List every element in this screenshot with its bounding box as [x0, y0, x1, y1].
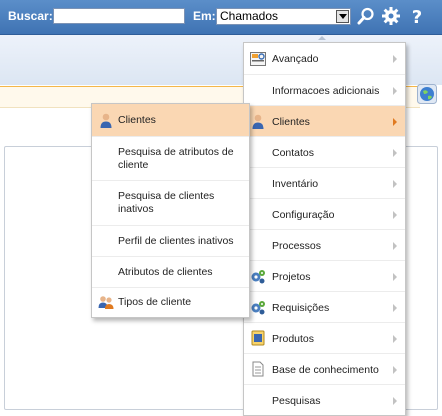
menu-item-contatos[interactable]: Contatos: [244, 136, 405, 167]
submenu-item-atributos-de-clientes[interactable]: Atributos de clientes: [92, 256, 249, 287]
chevron-right-icon: [393, 335, 397, 343]
gear-icon[interactable]: [381, 6, 401, 26]
menu-item-label: Produtos: [272, 333, 315, 345]
main-menu: Avançado Informacoes adicionais Clientes…: [243, 42, 406, 416]
menu-item-label: Base de conhecimento: [272, 364, 379, 376]
chevron-right-icon: [393, 180, 397, 188]
question-mark-icon[interactable]: ?: [407, 6, 427, 26]
menu-item-label: Avançado: [272, 53, 319, 65]
menu-item-label: Requisições: [272, 302, 330, 314]
menu-item-produtos[interactable]: Produtos: [244, 322, 405, 353]
submenu-item-tipos-de-cliente[interactable]: Tipos de cliente: [92, 287, 249, 317]
top-toolbar: Buscar: Em: Chamados ?: [0, 0, 442, 35]
menu-item-label: Inventário: [272, 178, 319, 190]
menu-item-label: Projetos: [272, 271, 311, 283]
menu-item-inventario[interactable]: Inventário: [244, 167, 405, 198]
menu-item-pesquisas[interactable]: Pesquisas: [244, 384, 405, 415]
user-icon: [252, 114, 264, 129]
submenu-item-perfil-de-clientes-inativos[interactable]: Perfil de clientes inativos: [92, 225, 249, 256]
clientes-submenu: Clientes Pesquisa de atributos de client…: [91, 103, 250, 318]
search-input[interactable]: [53, 8, 185, 24]
submenu-item-pesquisa-de-clientes-inativos[interactable]: Pesquisa de clientes inativos: [92, 180, 249, 225]
submenu-item-label: Clientes: [118, 114, 156, 126]
caret-up-icon: [318, 36, 326, 40]
menu-item-avancado[interactable]: Avançado: [244, 43, 405, 74]
menu-item-clientes[interactable]: Clientes: [244, 105, 405, 136]
menu-item-informacoes-adicionais[interactable]: Informacoes adicionais: [244, 74, 405, 105]
scope-select[interactable]: Chamados: [216, 8, 351, 25]
submenu-item-label: Atributos de clientes: [118, 266, 213, 278]
menu-item-label: Processos: [272, 240, 322, 252]
menu-item-label: Contatos: [272, 147, 315, 159]
document-icon: [252, 361, 264, 377]
chevron-right-icon: [393, 273, 397, 281]
chevron-down-icon[interactable]: [336, 10, 349, 23]
chevron-right-icon: [393, 118, 397, 126]
menu-item-requisicoes[interactable]: Requisições: [244, 291, 405, 322]
scope-select-value: Chamados: [220, 9, 279, 23]
advanced-search-icon: [250, 52, 266, 66]
menu-item-label: Informacoes adicionais: [272, 85, 380, 97]
magnifier-icon[interactable]: [356, 6, 376, 26]
chevron-right-icon: [393, 87, 397, 95]
user-icon: [100, 113, 112, 128]
product-icon: [251, 330, 265, 346]
menu-item-label: Clientes: [272, 116, 310, 128]
submenu-item-label: Pesquisa de atributos de cliente: [118, 146, 234, 171]
submenu-item-pesquisa-de-atributos-de-cliente[interactable]: Pesquisa de atributos de cliente: [92, 136, 249, 180]
menu-item-base-de-conhecimento[interactable]: Base de conhecimento: [244, 353, 405, 384]
chevron-right-icon: [393, 149, 397, 157]
scope-label: Em:: [193, 9, 216, 23]
gears-icon: [251, 301, 265, 315]
submenu-item-clientes[interactable]: Clientes: [92, 104, 249, 136]
chevron-right-icon: [393, 397, 397, 405]
menu-item-label: Pesquisas: [272, 395, 321, 407]
chevron-right-icon: [393, 55, 397, 63]
menu-item-label: Configuração: [272, 209, 335, 221]
chevron-right-icon: [393, 211, 397, 219]
globe-icon[interactable]: [417, 84, 437, 104]
menu-item-projetos[interactable]: Projetos: [244, 260, 405, 291]
submenu-item-label: Tipos de cliente: [118, 296, 192, 308]
gears-icon: [251, 270, 265, 284]
submenu-item-label: Pesquisa de clientes inativos: [118, 190, 215, 215]
chevron-right-icon: [393, 304, 397, 312]
submenu-item-label: Perfil de clientes inativos: [118, 235, 234, 247]
chevron-right-icon: [393, 366, 397, 374]
search-label: Buscar:: [8, 9, 53, 23]
svg-text:?: ?: [412, 7, 422, 26]
chevron-right-icon: [393, 242, 397, 250]
users-icon: [98, 296, 114, 309]
menu-item-configuracao[interactable]: Configuração: [244, 198, 405, 229]
menu-item-processos[interactable]: Processos: [244, 229, 405, 260]
